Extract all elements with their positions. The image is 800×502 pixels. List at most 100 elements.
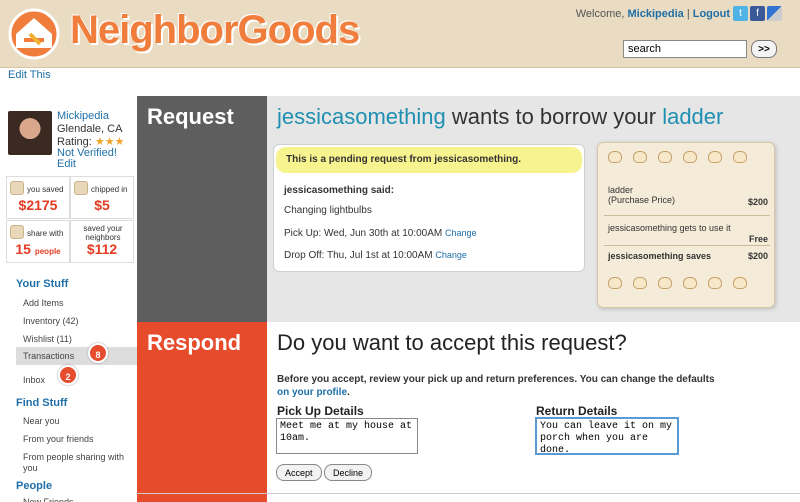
stat-you-saved: you saved $2175: [6, 176, 70, 219]
piggy-bank-icon: [683, 151, 697, 163]
nav-item-wishlist[interactable]: Wishlist (11): [23, 334, 72, 344]
respond-section-label-panel: Respond: [137, 322, 267, 502]
nav-heading-find-stuff[interactable]: Find Stuff: [16, 397, 67, 409]
edit-profile-link[interactable]: Edit: [57, 158, 76, 170]
pickup-text: Pick Up: Wed, Jun 30th at 10:00AM: [284, 228, 443, 239]
avatar[interactable]: [8, 111, 52, 155]
nav-item-add-items[interactable]: Add Items: [23, 298, 64, 308]
stat-label: chipped in: [91, 185, 128, 194]
title-text: wants to borrow your: [451, 104, 657, 129]
request-panel: jessicasomething wants to borrow your la…: [267, 96, 800, 322]
facebook-icon[interactable]: f: [750, 6, 765, 21]
nav-item-transactions[interactable]: Transactions: [23, 351, 74, 361]
dropoff-text: Drop Off: Thu, Jul 1st at 10:00AM: [284, 250, 433, 261]
piggy-bank-icon: [10, 181, 24, 195]
preferences-notice: Before you accept, review your pick up a…: [277, 373, 797, 399]
item-link[interactable]: ladder: [662, 104, 723, 129]
welcome-bar: Welcome, Mickipedia | Logout: [576, 8, 730, 20]
brand-name[interactable]: NeighborGoods: [70, 8, 360, 53]
sidebar: Mickipedia Glendale, CA Rating: ★★★ Not …: [0, 96, 137, 502]
borrower-saves-amount: $200: [747, 251, 768, 261]
divider: [604, 245, 770, 246]
share-unit: people: [34, 247, 61, 256]
accept-button[interactable]: Accept: [276, 464, 322, 481]
request-section-label-panel: Request: [137, 96, 267, 322]
respond-heading: Respond: [147, 330, 242, 355]
stat-label: share with: [27, 229, 64, 238]
piggy-bank-icon: [733, 151, 747, 163]
piggy-bank-icon: [658, 277, 672, 289]
nav-item-inventory[interactable]: Inventory (42): [23, 316, 79, 326]
share-count: 15: [15, 241, 31, 257]
profile-preferences-link[interactable]: on your profile: [277, 387, 347, 398]
accept-question: Do you want to accept this request?: [277, 330, 627, 355]
stat-saved-neighbors: saved your neighbors $112: [70, 220, 134, 263]
nav-heading-people[interactable]: People: [16, 480, 52, 492]
borrower-use-amount: Free: [748, 234, 768, 244]
delicious-icon[interactable]: [767, 6, 782, 21]
item-purchase-price-label: (Purchase Price): [608, 195, 676, 205]
preferences-text: Before you accept, review your pick up a…: [277, 374, 715, 385]
pickup-line: Pick Up: Wed, Jun 30th at 10:00AM Change: [284, 228, 477, 239]
stat-label: you saved: [27, 185, 64, 194]
stat-value: 15 people: [7, 241, 69, 257]
piggy-row-top: [608, 151, 747, 163]
piggy-bank-icon: [658, 151, 672, 163]
item-price-line: ladder (Purchase Price) $200: [608, 185, 768, 207]
pickup-details-label: Pick Up Details: [277, 404, 364, 418]
edit-this-link[interactable]: Edit This: [8, 69, 51, 81]
logout-link[interactable]: Logout: [693, 8, 730, 20]
request-details-card: This is a pending request from jessicaso…: [273, 144, 585, 272]
username-link[interactable]: Mickipedia: [628, 8, 684, 20]
notice-period: .: [347, 387, 350, 398]
return-details-label: Return Details: [536, 404, 618, 418]
nav-item-from-friends[interactable]: From your friends: [23, 434, 94, 444]
profile-location: Glendale, CA: [57, 123, 123, 135]
nav-item-inbox[interactable]: Inbox: [23, 375, 45, 385]
stat-share-with: share with 15 people: [6, 220, 70, 263]
savings-card: ladder (Purchase Price) $200 jessicasome…: [597, 142, 775, 308]
neighborgoods-logo-icon[interactable]: [6, 4, 62, 60]
piggy-bank-icon: [683, 277, 697, 289]
change-pickup-link[interactable]: Change: [445, 228, 477, 238]
nav-item-from-sharers[interactable]: From people sharing with you: [23, 452, 133, 474]
request-title: jessicasomething wants to borrow your la…: [277, 104, 723, 130]
borrower-saves-line: jessicasomething saves $200: [608, 251, 768, 261]
footer-divider: [137, 493, 800, 494]
search-button[interactable]: >>: [751, 40, 777, 58]
borrower-use-line: jessicasomething gets to use it Free: [608, 223, 768, 244]
social-links: t f: [733, 6, 782, 21]
decline-button[interactable]: Decline: [324, 464, 373, 481]
search-input[interactable]: [623, 40, 747, 58]
stat-value: $2175: [18, 197, 58, 213]
nav-item-new-friends[interactable]: New Friends: [23, 497, 74, 502]
profile-name-link[interactable]: Mickipedia: [57, 110, 109, 122]
stat-value: $5: [94, 197, 110, 213]
piggy-bank-icon: [633, 277, 647, 289]
borrower-link[interactable]: jessicasomething: [277, 104, 446, 129]
return-details-textarea[interactable]: You can leave it on my porch when you ar…: [535, 417, 679, 455]
transactions-count-badge: 8: [88, 343, 108, 363]
nav-heading-your-stuff[interactable]: Your Stuff: [16, 278, 68, 290]
stat-label: saved your neighbors: [83, 224, 123, 242]
welcome-text: Welcome,: [575, 8, 625, 20]
piggy-bank-icon: [608, 151, 622, 163]
nav-item-near-you[interactable]: Near you: [23, 416, 60, 426]
change-dropoff-link[interactable]: Change: [435, 250, 467, 260]
item-price-amount: $200: [747, 197, 768, 207]
stat-value: $112: [86, 241, 118, 257]
borrower-use-text: jessicasomething gets to use it: [608, 223, 731, 233]
inbox-count-badge: 2: [58, 365, 78, 385]
borrower-message: Changing lightbulbs: [284, 205, 372, 216]
piggy-bank-icon: [708, 151, 722, 163]
pickup-details-textarea[interactable]: Meet me at my house at 10am.: [276, 418, 418, 454]
twitter-icon[interactable]: t: [733, 6, 748, 21]
people-icon: [10, 225, 24, 239]
piggy-bank-icon: [708, 277, 722, 289]
site-header: NeighborGoods Welcome, Mickipedia | Logo…: [0, 0, 800, 68]
divider: [604, 215, 770, 216]
piggy-bank-icon: [608, 277, 622, 289]
request-heading: Request: [147, 104, 234, 129]
piggy-row-bottom: [608, 277, 747, 289]
piggy-bank-icon: [733, 277, 747, 289]
